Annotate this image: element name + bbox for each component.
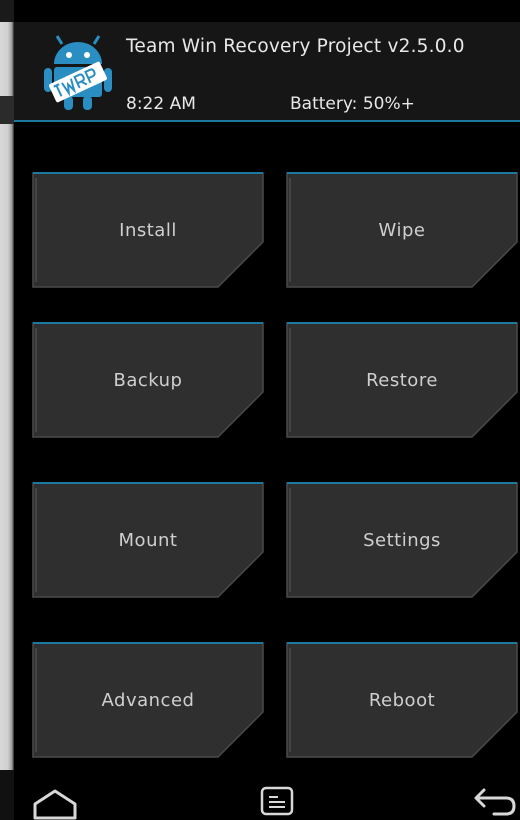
twrp-screen: Team Win Recovery Project v2.5.0.0 8:22 …: [0, 0, 520, 820]
top-bezel: [14, 0, 520, 22]
navigation-bar: [14, 770, 520, 820]
install-button-label: Install: [119, 219, 177, 241]
twrp-logo-icon: [38, 30, 118, 114]
advanced-button[interactable]: Advanced: [32, 642, 264, 758]
restore-button[interactable]: Restore: [286, 322, 518, 438]
device-bezel: [0, 0, 14, 820]
header-bar: Team Win Recovery Project v2.5.0.0 8:22 …: [14, 22, 520, 120]
battery-status: Battery: 50%+: [290, 94, 415, 114]
main-menu-grid: Install Wipe Backup Restore Mount Settin…: [14, 122, 520, 762]
reboot-button-label: Reboot: [368, 689, 436, 711]
back-icon[interactable]: [472, 784, 518, 820]
backup-button[interactable]: Backup: [32, 322, 264, 438]
reboot-button[interactable]: Reboot: [286, 642, 518, 758]
backup-button-label: Backup: [113, 369, 183, 391]
install-button[interactable]: Install: [32, 172, 264, 288]
settings-button[interactable]: Settings: [286, 482, 518, 598]
home-icon[interactable]: [32, 788, 78, 820]
mount-button[interactable]: Mount: [32, 482, 264, 598]
clock-time: 8:22 AM: [126, 94, 196, 114]
wipe-button[interactable]: Wipe: [286, 172, 518, 288]
console-icon[interactable]: [260, 786, 294, 820]
wipe-button-label: Wipe: [378, 219, 426, 241]
app-title: Team Win Recovery Project v2.5.0.0: [126, 36, 465, 57]
restore-button-label: Restore: [366, 369, 438, 391]
settings-button-label: Settings: [363, 529, 441, 551]
advanced-button-label: Advanced: [101, 689, 195, 711]
mount-button-label: Mount: [118, 529, 178, 551]
